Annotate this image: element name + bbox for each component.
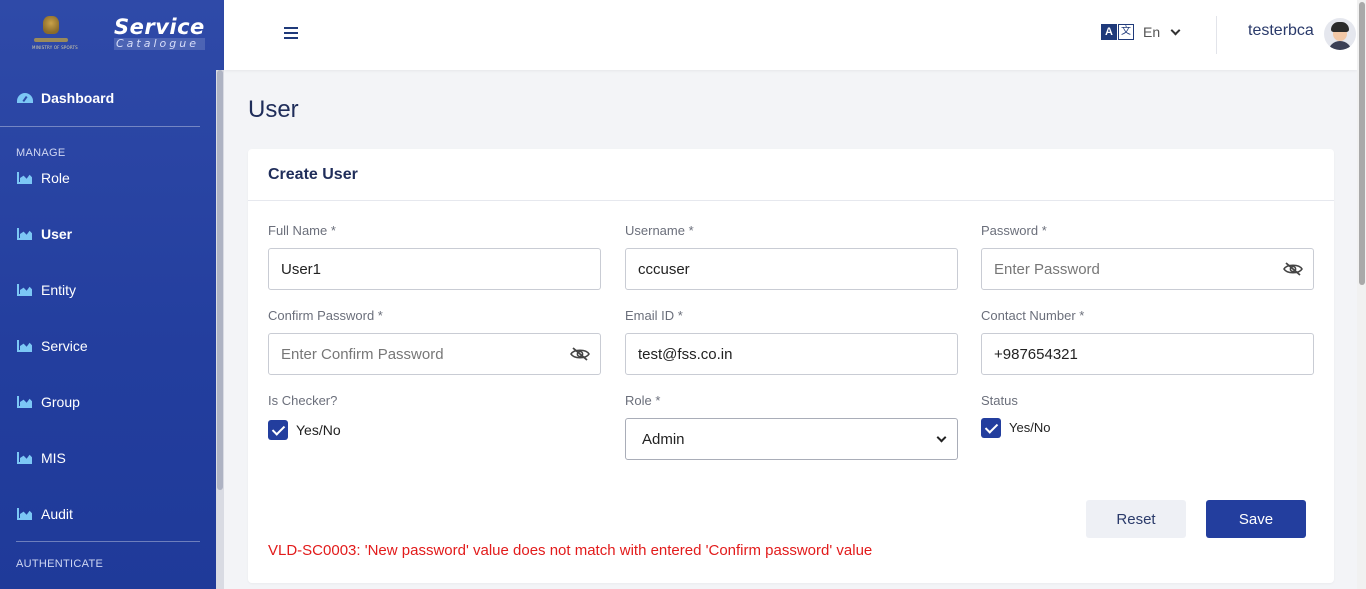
area-chart-icon [17,284,32,296]
is-checker-label: Is Checker? [268,393,338,408]
avatar[interactable] [1324,18,1356,50]
ministry-emblem-logo: MINISTRY OF SPORTS [30,12,78,58]
status-checkbox[interactable] [981,418,1001,438]
reset-button[interactable]: Reset [1086,500,1186,538]
confirm-password-label: Confirm Password * [268,308,383,323]
sidebar-item-service[interactable]: Service [0,318,216,374]
page-scrollbar-thumb[interactable] [1359,2,1365,285]
card-title: Create User [248,149,1334,201]
area-chart-icon [17,452,32,464]
sidebar-scrollbar-thumb[interactable] [217,70,223,490]
full-name-field[interactable]: User1 [268,248,601,290]
sidebar-item-group[interactable]: Group [0,374,216,430]
sidebar-item-mis[interactable]: MIS [0,430,216,486]
password-placeholder: Enter Password [994,260,1100,278]
status-option-label: Yes/No [1009,420,1051,435]
user-name[interactable]: testerbca [1248,22,1314,40]
is-checker-checkbox[interactable] [268,420,288,440]
sidebar-item-label: User [41,226,73,242]
topbar: A 文 En testerbca [224,0,1357,70]
sidebar-item-audit[interactable]: Audit [0,486,216,542]
sidebar-item-entity[interactable]: Entity [0,262,216,318]
eye-off-icon[interactable] [1283,262,1303,276]
area-chart-icon [17,508,32,520]
menu-toggle-icon[interactable] [284,27,298,39]
area-chart-icon [17,340,32,352]
topbar-divider [1216,16,1217,54]
sidebar-item-label: Group [41,394,80,410]
sidebar-item-label: Audit [41,506,73,522]
password-label: Password * [981,223,1047,238]
sidebar: MINISTRY OF SPORTS Service Catalogue Das… [0,0,224,589]
page-scrollbar[interactable] [1357,0,1366,589]
role-select[interactable]: Admin [625,418,958,460]
chevron-down-icon [1170,25,1181,35]
sidebar-item-label: Dashboard [41,90,115,106]
emblem-text: MINISTRY OF SPORTS [32,45,78,50]
language-selector[interactable]: A 文 En [1101,24,1181,40]
email-field[interactable]: test@fss.co.in [625,333,958,375]
full-name-label: Full Name * [268,223,336,238]
service-catalogue-logo: Service Catalogue [114,16,205,50]
language-label: En [1143,24,1161,40]
password-field[interactable]: Enter Password [981,248,1314,290]
sidebar-item-label: Role [41,170,70,186]
sidebar-item-label: MIS [41,450,66,466]
role-label: Role * [625,393,661,408]
sidebar-nav: Dashboard MANAGE Role User Entity Servic… [0,70,216,572]
chevron-down-icon [936,432,947,443]
email-label: Email ID * [625,308,683,323]
sidebar-item-user[interactable]: User [0,206,216,262]
brand-subtitle: Catalogue [114,38,205,50]
confirm-password-field[interactable]: Enter Confirm Password [268,333,601,375]
dashboard-gauge-icon [17,93,33,103]
contact-number-field[interactable]: +987654321 [981,333,1314,375]
sidebar-item-dashboard[interactable]: Dashboard [0,70,200,127]
translate-icon: A 文 [1101,24,1134,40]
logo-area: MINISTRY OF SPORTS Service Catalogue [0,0,224,70]
eye-off-icon[interactable] [570,347,590,361]
sidebar-item-label: Entity [41,282,77,298]
sidebar-item-label: Service [41,338,88,354]
create-user-card: Create User Full Name * User1 Username *… [248,149,1334,583]
role-selected-value: Admin [642,430,685,448]
area-chart-icon [17,396,32,408]
save-button[interactable]: Save [1206,500,1306,538]
validation-error-message: VLD-SC0003: 'New password' value does no… [268,542,873,559]
contact-number-label: Contact Number * [981,308,1085,323]
username-field[interactable]: cccuser [625,248,958,290]
area-chart-icon [17,228,32,240]
is-checker-option-label: Yes/No [296,422,341,438]
page-title: User [248,96,299,123]
status-label: Status [981,393,1018,408]
area-chart-icon [17,172,32,184]
confirm-password-placeholder: Enter Confirm Password [281,345,444,363]
brand-title: Service [114,15,205,39]
sidebar-scrollbar[interactable] [216,70,224,589]
section-label-authenticate: AUTHENTICATE [16,558,104,570]
username-label: Username * [625,223,694,238]
